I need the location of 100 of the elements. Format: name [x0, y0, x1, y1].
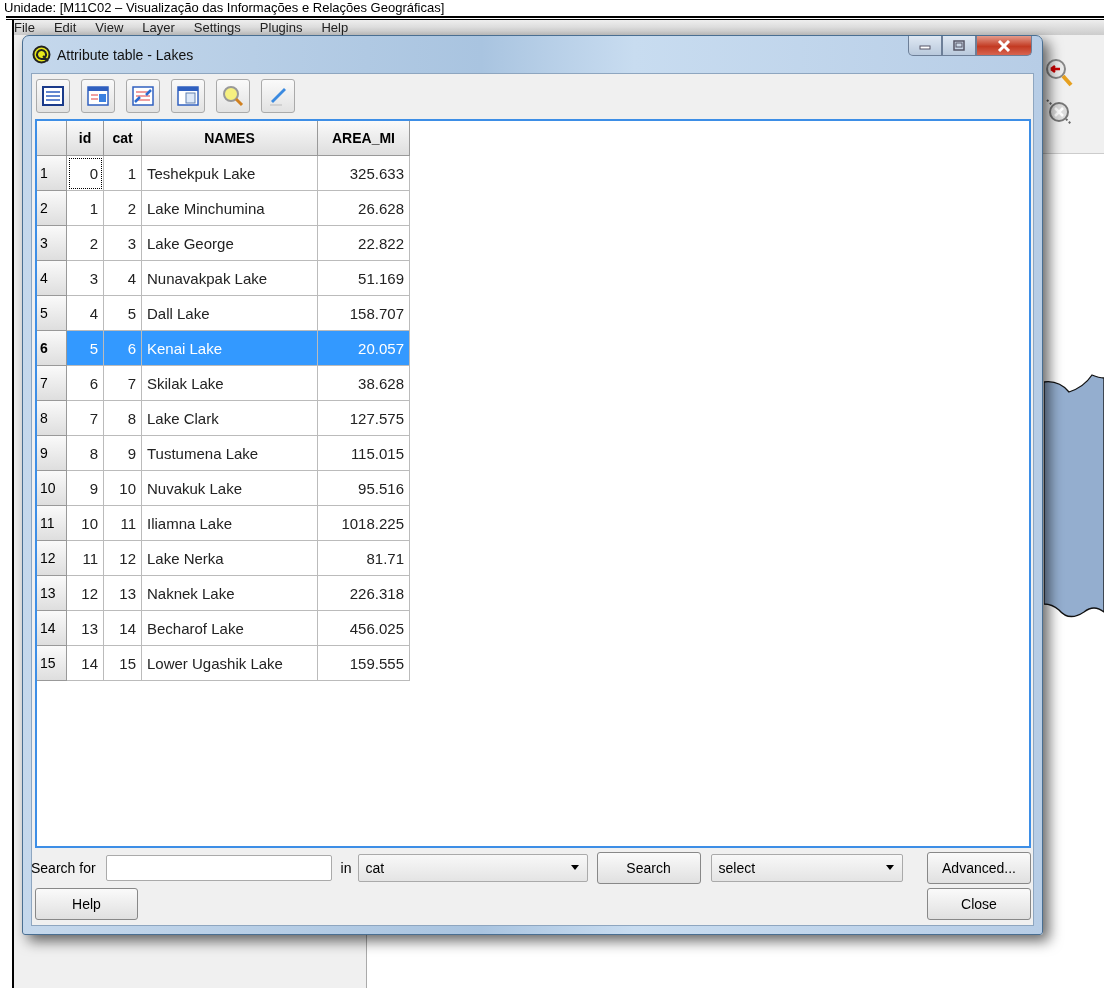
table-cell: 8 [104, 401, 142, 436]
table-cell: Lower Ugashik Lake [142, 646, 318, 681]
minimize-button[interactable] [908, 36, 942, 56]
row-header[interactable]: 7 [37, 366, 67, 401]
table-cell: 1018.225 [318, 506, 410, 541]
zoom-last-icon[interactable] [1044, 57, 1074, 89]
caret-icon [884, 865, 895, 871]
dropdown-value: select [718, 860, 756, 876]
maximize-icon [952, 39, 966, 52]
table-cell: 2 [67, 226, 104, 261]
table-cell: Teshekpuk Lake [142, 156, 318, 191]
row-header[interactable]: 5 [37, 296, 67, 331]
table-cell: 3 [104, 226, 142, 261]
table-cell: Nuvakuk Lake [142, 471, 318, 506]
table-cell: 1 [67, 191, 104, 226]
table-cell: 10 [67, 506, 104, 541]
table-cell: 7 [104, 366, 142, 401]
menu-item[interactable]: View [95, 20, 124, 35]
table-cell: Iliamna Lake [142, 506, 318, 541]
table-cell: 95.516 [318, 471, 410, 506]
row-header[interactable]: 10 [37, 471, 67, 506]
row-header[interactable]: 12 [37, 541, 67, 576]
table-cell: Lake George [142, 226, 318, 261]
table-cell: Skilak Lake [142, 366, 318, 401]
help-button[interactable]: Help [35, 888, 138, 920]
table-cell: 5 [67, 331, 104, 366]
row-header[interactable]: 8 [37, 401, 67, 436]
row-header[interactable]: 6 [37, 331, 67, 366]
table-cell: 6 [104, 331, 142, 366]
search-button[interactable]: Search [596, 852, 701, 884]
row-header[interactable]: 14 [37, 611, 67, 646]
add-row-icon[interactable] [81, 79, 115, 113]
table-cell: 8 [67, 436, 104, 471]
table-cell: Tustumena Lake [142, 436, 318, 471]
table-cell: 14 [104, 611, 142, 646]
menu-item[interactable]: Plugins [259, 20, 303, 35]
column-header[interactable]: NAMES [142, 121, 318, 156]
table-cell: 3 [67, 261, 104, 296]
table-icon[interactable] [36, 79, 70, 113]
row-header[interactable]: 9 [37, 436, 67, 471]
window-title: Attribute table - Lakes [57, 46, 194, 63]
dropdown-value: cat [365, 860, 385, 876]
table-cell: 9 [67, 471, 104, 506]
search-field[interactable] [105, 855, 332, 881]
table-cell: 115.015 [318, 436, 410, 471]
close-dialog-button[interactable]: Close [927, 888, 1031, 920]
search-label: Search for [31, 860, 96, 876]
table-cell: Naknek Lake [142, 576, 318, 611]
menu-item[interactable]: Help [321, 20, 349, 35]
maximize-button[interactable] [942, 36, 976, 56]
app-logo-icon [32, 44, 52, 65]
table-cell: Lake Nerka [142, 541, 318, 576]
close-button[interactable] [976, 36, 1032, 56]
table-cell: 15 [104, 646, 142, 681]
advanced-button[interactable]: Advanced... [927, 852, 1031, 884]
table-cell: 20.057 [318, 331, 410, 366]
row-header[interactable]: 13 [37, 576, 67, 611]
table-cell: 13 [104, 576, 142, 611]
menu-item[interactable]: Layer [142, 20, 175, 35]
row-header[interactable]: 11 [37, 506, 67, 541]
menu-item[interactable]: File [14, 20, 35, 35]
page-heading: Unidade: [M11C02 – Visualização das Informações e Relações Geográficas] [3, 0, 446, 15]
table-cell: 0 [67, 156, 104, 191]
row-header[interactable]: 1 [37, 156, 67, 191]
row-header[interactable]: 3 [37, 226, 67, 261]
menu-item[interactable]: Settings [193, 20, 241, 35]
zoom-selection-icon[interactable] [1044, 97, 1074, 127]
menu-item[interactable]: Edit [53, 20, 77, 35]
table-cell: 127.575 [318, 401, 410, 436]
table-cell: Becharof Lake [142, 611, 318, 646]
search-icon[interactable] [216, 79, 250, 113]
table-cell: 12 [67, 576, 104, 611]
table-cell: 11 [104, 506, 142, 541]
table-cell: Lake Minchumina [142, 191, 318, 226]
table-cell: 22.822 [318, 226, 410, 261]
table-cell: 12 [104, 541, 142, 576]
copy-rows-icon[interactable] [171, 79, 205, 113]
close-icon [997, 39, 1011, 52]
table-cell: 9 [104, 436, 142, 471]
table-cell: 13 [67, 611, 104, 646]
table-cell: 1 [104, 156, 142, 191]
table-cell: Kenai Lake [142, 331, 318, 366]
column-header[interactable]: id [67, 121, 104, 156]
table-cell: 14 [67, 646, 104, 681]
table-cell: 7 [67, 401, 104, 436]
column-header[interactable]: cat [104, 121, 142, 156]
table-cell: 6 [67, 366, 104, 401]
row-header[interactable]: 4 [37, 261, 67, 296]
row-header[interactable]: 2 [37, 191, 67, 226]
swap-rows-icon[interactable] [126, 79, 160, 113]
table-cell: 11 [67, 541, 104, 576]
row-header[interactable]: 15 [37, 646, 67, 681]
table-cell: 159.555 [318, 646, 410, 681]
table-cell: 26.628 [318, 191, 410, 226]
mode-dropdown[interactable]: select [710, 854, 903, 882]
field-dropdown[interactable]: cat [357, 854, 588, 882]
pencil-icon[interactable] [261, 79, 295, 113]
column-header[interactable]: AREA_MI [318, 121, 410, 156]
table-cell: 2 [104, 191, 142, 226]
table-cell: Nunavakpak Lake [142, 261, 318, 296]
